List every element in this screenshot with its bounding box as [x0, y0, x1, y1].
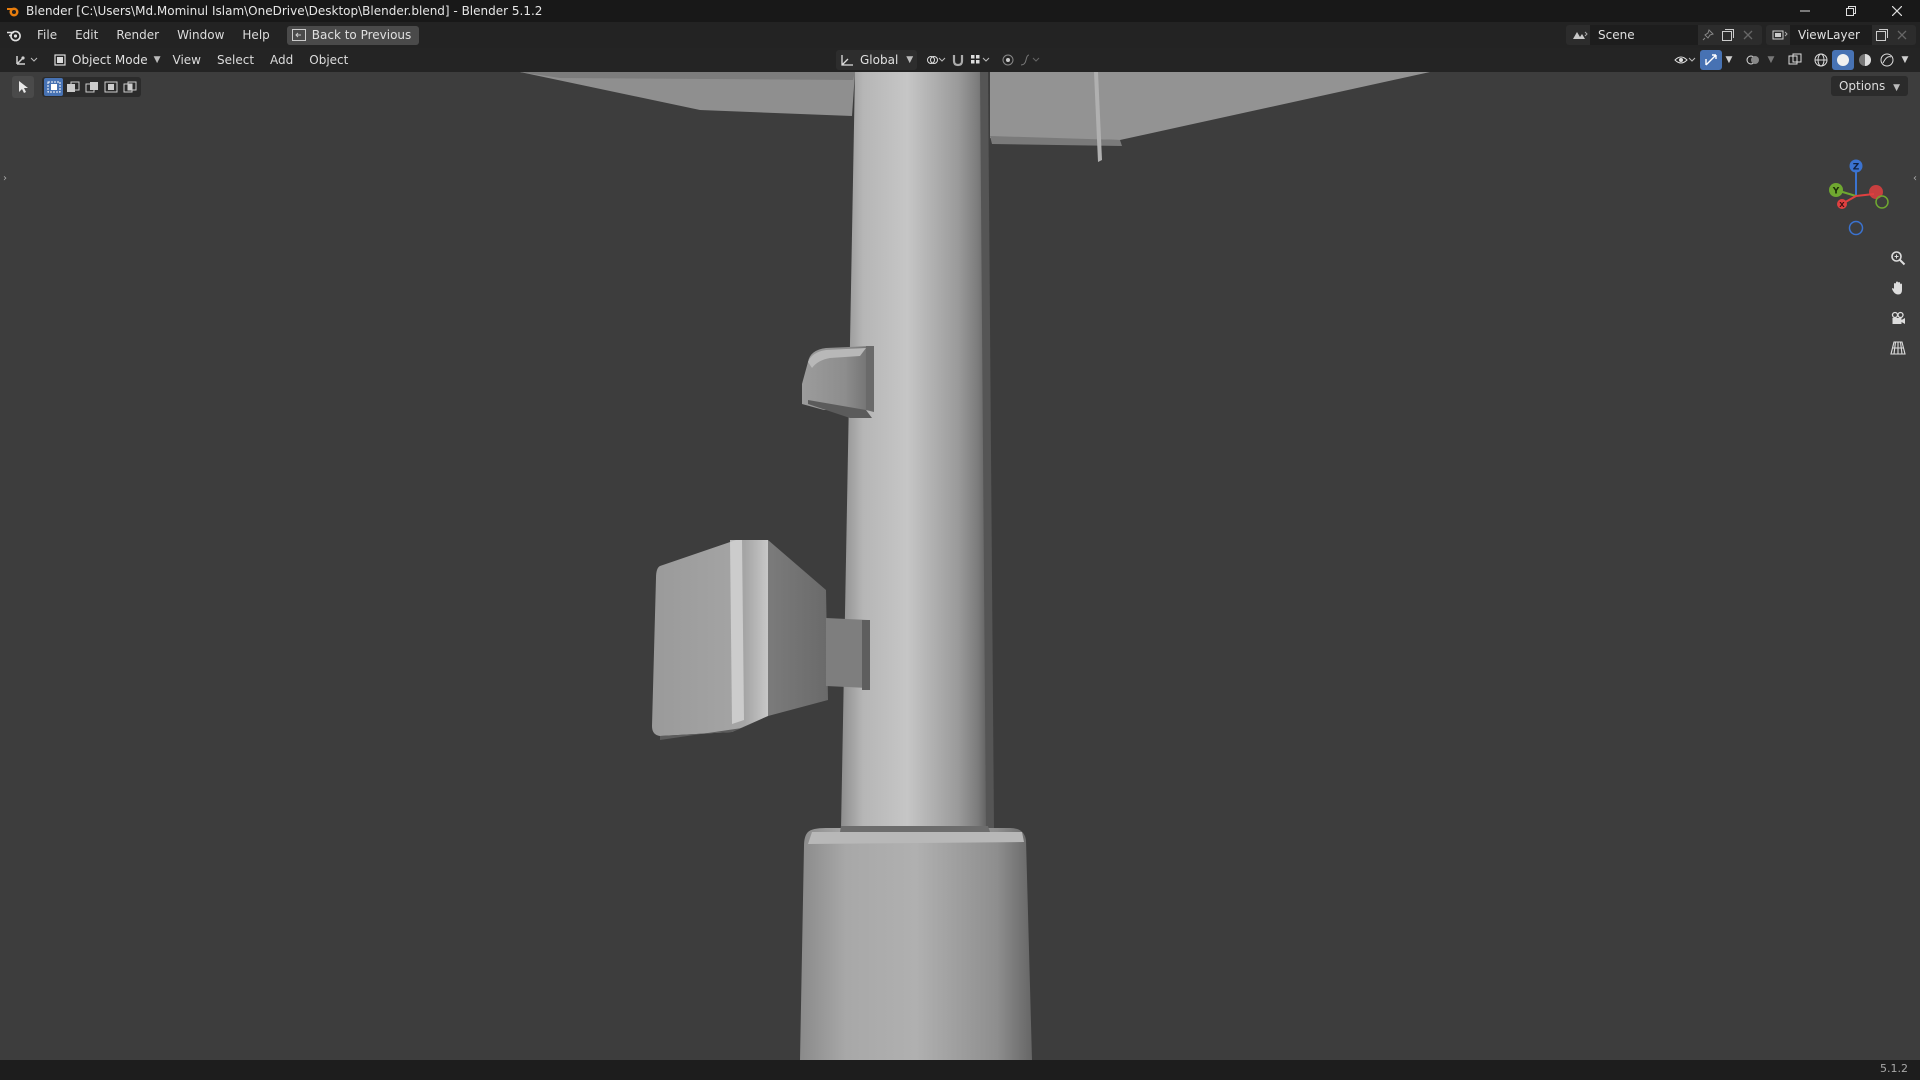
cursor-arrow-icon: [19, 81, 28, 93]
menu-render[interactable]: Render: [107, 22, 168, 48]
viewport-menu-view[interactable]: View: [165, 53, 209, 67]
xray-toggle-icon[interactable]: [1784, 50, 1806, 70]
back-to-previous-label: Back to Previous: [311, 28, 412, 42]
transform-tools: Global ▼: [836, 48, 1041, 72]
back-screen-icon: [291, 29, 306, 41]
gizmo-x-label: X: [1839, 201, 1845, 209]
close-icon: [1892, 6, 1902, 16]
visibility-eye-icon[interactable]: [1674, 50, 1696, 70]
window-controls: [1782, 0, 1920, 22]
camera-icon: [1891, 311, 1905, 324]
camera-view-button[interactable]: [1884, 304, 1912, 332]
menu-file[interactable]: File: [28, 22, 66, 48]
grid-icon: [1890, 341, 1906, 355]
scene-selector: Scene: [1566, 25, 1762, 45]
orientation-icon: [840, 54, 854, 66]
menu-help[interactable]: Help: [233, 22, 278, 48]
pan-button[interactable]: [1884, 274, 1912, 302]
object-mode-dropdown[interactable]: Object Mode ▼: [50, 50, 165, 70]
viewport-menu-object[interactable]: Object: [301, 53, 356, 67]
magnifier-icon: [1891, 251, 1906, 266]
close-button[interactable]: [1874, 0, 1920, 22]
pivot-point-icon[interactable]: [925, 50, 947, 70]
select-box-tool[interactable]: [12, 76, 34, 98]
chevron-down-icon[interactable]: ▼: [1898, 50, 1912, 70]
new-viewlayer-icon[interactable]: [1872, 25, 1892, 45]
overlays-icon[interactable]: [1742, 50, 1764, 70]
select-extend-icon[interactable]: [63, 78, 82, 96]
chevron-down-icon: ▼: [906, 55, 914, 65]
wireframe-shading-icon[interactable]: [1810, 50, 1832, 70]
scene-render: [520, 72, 1430, 1060]
zoom-button[interactable]: [1884, 244, 1912, 272]
toolbar-toggle[interactable]: ›: [0, 170, 10, 186]
3d-viewport[interactable]: › ‹ Z Y X: [0, 48, 1920, 1060]
editor-type-selector[interactable]: [10, 50, 44, 70]
scene-viewlayer-area: Scene ViewLayer: [1566, 22, 1920, 48]
status-bar: 5.1.2: [0, 1060, 1920, 1080]
blender-menu-logo[interactable]: [0, 22, 28, 48]
rendered-shading-icon[interactable]: [1876, 50, 1898, 70]
window-title: Blender [C:\Users\Md.Mominul Islam\OneDr…: [26, 4, 543, 18]
viewlayer-browse-icon[interactable]: [1770, 25, 1790, 45]
viewport-display-tools: ▼ ▼ ▼: [1674, 48, 1912, 72]
tool-settings-row: [12, 76, 141, 98]
object-mode-icon: [54, 54, 66, 66]
delete-scene-icon[interactable]: [1738, 25, 1758, 45]
minimize-button[interactable]: [1782, 0, 1828, 22]
options-label: Options: [1838, 79, 1886, 93]
delete-viewlayer-icon[interactable]: [1892, 25, 1912, 45]
blender-version: 5.1.2: [1880, 1062, 1908, 1075]
viewport-menu-select[interactable]: Select: [209, 53, 262, 67]
navigation-gizmo[interactable]: Z Y X: [1822, 156, 1900, 240]
menu-window[interactable]: Window: [168, 22, 233, 48]
selection-mode-group: [42, 77, 141, 97]
perspective-toggle-button[interactable]: [1884, 334, 1912, 362]
object-mode-label: Object Mode: [72, 53, 148, 67]
chevron-down-icon[interactable]: ▼: [1722, 50, 1736, 70]
select-subtract-icon[interactable]: [82, 78, 101, 96]
pin-icon[interactable]: [1698, 25, 1718, 45]
blender-icon: [6, 4, 20, 18]
select-new-icon[interactable]: [44, 78, 63, 96]
new-scene-icon[interactable]: [1718, 25, 1738, 45]
window-titlebar: Blender [C:\Users\Md.Mominul Islam\OneDr…: [0, 0, 1920, 22]
gizmo-z-label: Z: [1853, 163, 1860, 173]
chevron-down-icon[interactable]: ▼: [1764, 50, 1778, 70]
snap-toggle-icon[interactable]: [947, 50, 969, 70]
viewlayer-selector: ViewLayer: [1766, 25, 1916, 45]
restore-button[interactable]: [1828, 0, 1874, 22]
sidebar-toggle[interactable]: ‹: [1910, 170, 1920, 186]
hand-icon: [1892, 281, 1902, 295]
minimize-icon: [1800, 10, 1810, 12]
3d-viewport-icon: [16, 56, 38, 65]
gizmo-toggle-icon[interactable]: [1700, 50, 1722, 70]
viewlayer-name-field[interactable]: ViewLayer: [1790, 25, 1872, 45]
solid-shading-icon[interactable]: [1832, 50, 1854, 70]
select-intersect-icon[interactable]: [120, 78, 139, 96]
transform-orientation-label: Global: [860, 53, 899, 67]
falloff-curve-icon[interactable]: [1019, 50, 1041, 70]
viewport-header: Object Mode ▼ View Select Add Object Glo…: [0, 48, 1920, 72]
gizmo-y-label: Y: [1832, 187, 1840, 197]
blender-logo-icon: [7, 30, 21, 42]
proportional-editing-icon[interactable]: [997, 50, 1019, 70]
menu-edit[interactable]: Edit: [66, 22, 107, 48]
scene-browse-icon[interactable]: [1570, 25, 1590, 45]
viewport-nav-buttons: [1884, 244, 1912, 364]
options-dropdown[interactable]: Options ▼: [1830, 76, 1908, 96]
back-to-previous-button[interactable]: Back to Previous: [286, 25, 420, 45]
restore-icon: [1846, 6, 1856, 16]
scene-name-field[interactable]: Scene: [1590, 25, 1698, 45]
snap-target-icon[interactable]: [969, 50, 991, 70]
select-invert-icon[interactable]: [101, 78, 120, 96]
chevron-down-icon: ▼: [1893, 83, 1900, 93]
material-shading-icon[interactable]: [1854, 50, 1876, 70]
chevron-down-icon: ▼: [153, 55, 161, 65]
transform-orientation-dropdown[interactable]: Global ▼: [836, 50, 918, 70]
viewport-menu-add[interactable]: Add: [262, 53, 301, 67]
